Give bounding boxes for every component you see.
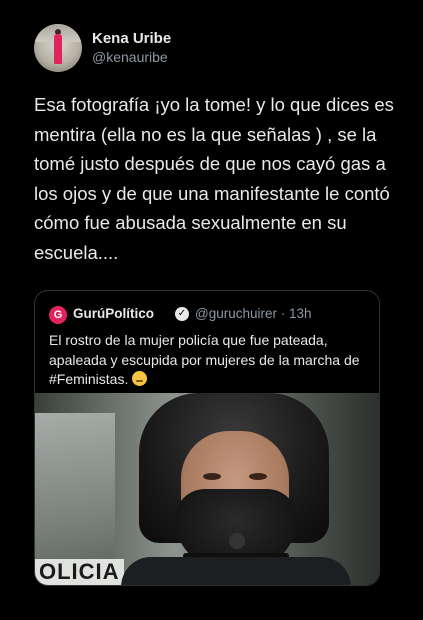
- quoted-author-handle-time: @guruchuirer · 13h: [195, 306, 312, 321]
- quoted-author-avatar[interactable]: G: [49, 306, 67, 324]
- left-eye: [203, 473, 221, 480]
- verified-badge-icon: ✓: [175, 307, 189, 321]
- shield-lettering: OLICIA: [35, 559, 124, 585]
- officer-body: [121, 557, 351, 585]
- author-avatar[interactable]: [34, 24, 82, 72]
- tweet-screenshot: Kena Uribe @kenauribe Esa fotografía ¡yo…: [0, 0, 423, 620]
- quoted-tweet[interactable]: G GurúPolítico ✓ @guruchuirer · 13h El r…: [34, 290, 380, 586]
- quoted-tweet-photo[interactable]: OLICIA: [35, 393, 379, 585]
- quoted-author-name[interactable]: GurúPolítico: [73, 306, 154, 321]
- quoted-tweet-text: El rostro de la mujer policía que fue pa…: [49, 332, 360, 387]
- pensive-face-icon: [132, 371, 148, 386]
- mask-valve: [229, 533, 245, 549]
- tweet-text: Esa fotografía ¡yo la tome! y lo que dic…: [34, 94, 394, 263]
- right-eye: [249, 473, 267, 480]
- author-handle[interactable]: @kenauribe: [92, 49, 168, 65]
- author-name[interactable]: Kena Uribe: [92, 30, 171, 47]
- quoted-tweet-body: El rostro de la mujer policía que fue pa…: [49, 331, 371, 390]
- avatar-figure-body: [54, 34, 62, 64]
